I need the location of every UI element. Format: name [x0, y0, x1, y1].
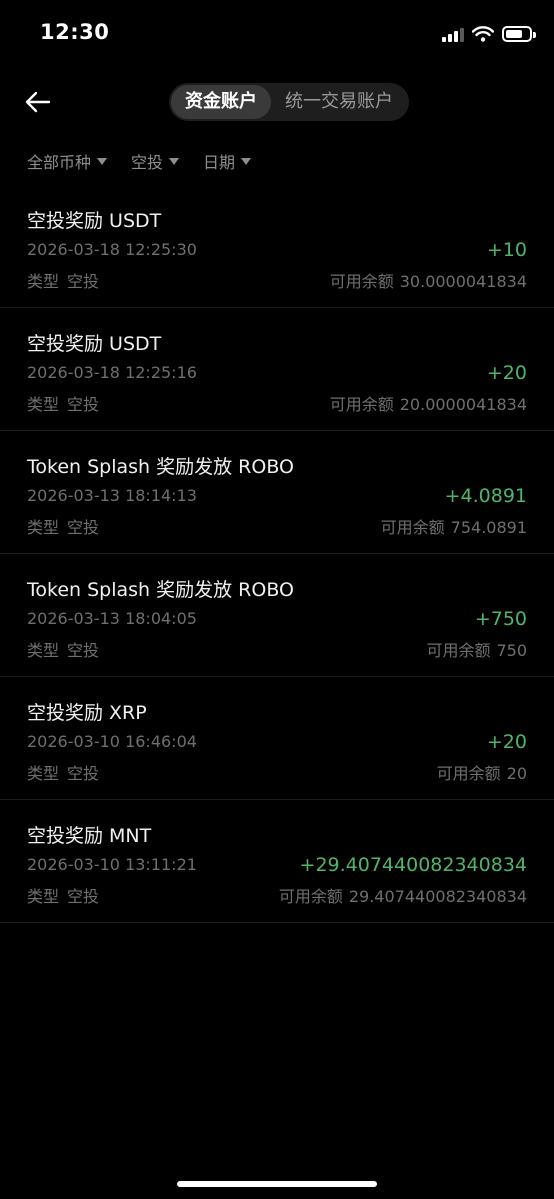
available-balance: 可用余额 20.0000041834: [330, 391, 527, 415]
transaction-time: 2026-03-18 12:25:30: [27, 240, 197, 259]
transaction-amount: +20: [486, 362, 527, 384]
balance-label: 可用余额: [426, 641, 491, 660]
tab-funding-account[interactable]: 资金账户: [171, 85, 271, 119]
type-label: 类型: [27, 641, 60, 660]
cellular-signal-icon: [442, 26, 464, 42]
transaction-type: 类型 空投: [27, 514, 99, 538]
type-label: 类型: [27, 518, 60, 537]
transaction-list: 空投奖励 USDT 2026-03-18 12:25:30 类型 空投 +10 可…: [0, 185, 554, 923]
type-label: 类型: [27, 272, 60, 291]
transaction-amount: +20: [486, 731, 527, 753]
transaction-time: 2026-03-13 18:14:13: [27, 486, 197, 505]
status-icons: [442, 22, 536, 46]
header: 资金账户 统一交易账户: [0, 78, 554, 126]
transaction-title: 空投奖励 MNT: [27, 825, 152, 847]
filter-date-label: 日期: [203, 153, 236, 172]
type-value: 空投: [67, 764, 100, 783]
type-value: 空投: [67, 518, 100, 537]
available-balance: 可用余额 29.407440082340834: [279, 883, 527, 907]
transaction-type: 类型 空投: [27, 637, 99, 661]
filter-bar: 全部币种 空投 日期: [27, 148, 252, 174]
status-bar: 12:30: [0, 0, 554, 66]
filter-type[interactable]: 空投: [131, 149, 180, 173]
balance-value: 29.407440082340834: [348, 887, 527, 906]
available-balance: 可用余额 20: [437, 760, 527, 784]
transaction-row[interactable]: Token Splash 奖励发放 ROBO 2026-03-13 18:14:…: [0, 431, 554, 554]
balance-label: 可用余额: [436, 764, 501, 783]
balance-label: 可用余额: [380, 518, 445, 537]
type-value: 空投: [67, 395, 100, 414]
screen: 12:30 资金账户 统一交易账户 全部币种 空投 日期 空投奖励 USDT 2…: [0, 0, 554, 1199]
available-balance: 可用余额 754.0891: [381, 514, 527, 538]
transaction-title: 空投奖励 USDT: [27, 333, 162, 355]
home-indicator[interactable]: [177, 1181, 377, 1187]
type-value: 空投: [67, 272, 100, 291]
balance-value: 20: [506, 764, 527, 783]
filter-currency-label: 全部币种: [27, 153, 92, 172]
balance-label: 可用余额: [329, 395, 394, 414]
balance-label: 可用余额: [278, 887, 343, 906]
filter-date[interactable]: 日期: [203, 149, 252, 173]
balance-label: 可用余额: [329, 272, 394, 291]
transaction-time: 2026-03-10 16:46:04: [27, 732, 197, 751]
filter-type-label: 空投: [131, 153, 164, 172]
caret-down-icon: [97, 157, 108, 165]
balance-value: 30.0000041834: [399, 272, 527, 291]
back-arrow-icon: [25, 91, 51, 113]
balance-value: 20.0000041834: [399, 395, 527, 414]
back-button[interactable]: [20, 84, 56, 120]
transaction-title: 空投奖励 USDT: [27, 210, 162, 232]
balance-value: 754.0891: [450, 518, 527, 537]
transaction-time: 2026-03-18 12:25:16: [27, 363, 197, 382]
account-switcher: 资金账户 统一交易账户: [169, 83, 409, 121]
transaction-amount: +4.0891: [444, 485, 527, 507]
transaction-title: Token Splash 奖励发放 ROBO: [27, 579, 294, 601]
filter-currency[interactable]: 全部币种: [27, 149, 108, 173]
transaction-type: 类型 空投: [27, 268, 99, 292]
type-value: 空投: [67, 641, 100, 660]
transaction-time: 2026-03-10 13:11:21: [27, 855, 197, 874]
transaction-title: 空投奖励 XRP: [27, 702, 147, 724]
transaction-amount: +10: [486, 239, 527, 261]
type-label: 类型: [27, 764, 60, 783]
transaction-amount: +750: [474, 608, 527, 630]
type-label: 类型: [27, 887, 60, 906]
caret-down-icon: [241, 157, 252, 165]
tab-unified-trading-account[interactable]: 统一交易账户: [271, 85, 407, 119]
transaction-row[interactable]: 空投奖励 USDT 2026-03-18 12:25:30 类型 空投 +10 可…: [0, 185, 554, 308]
transaction-amount: +29.407440082340834: [299, 854, 527, 876]
transaction-row[interactable]: 空投奖励 XRP 2026-03-10 16:46:04 类型 空投 +20 可用…: [0, 677, 554, 800]
transaction-time: 2026-03-13 18:04:05: [27, 609, 197, 628]
wifi-icon: [472, 26, 494, 42]
transaction-title: Token Splash 奖励发放 ROBO: [27, 456, 294, 478]
transaction-row[interactable]: 空投奖励 USDT 2026-03-18 12:25:16 类型 空投 +20 可…: [0, 308, 554, 431]
battery-icon: [502, 26, 536, 42]
balance-value: 750: [496, 641, 527, 660]
status-time: 12:30: [40, 20, 110, 44]
available-balance: 可用余额 750: [426, 637, 527, 661]
type-value: 空投: [67, 887, 100, 906]
transaction-row[interactable]: 空投奖励 MNT 2026-03-10 13:11:21 类型 空投 +29.40…: [0, 800, 554, 923]
transaction-type: 类型 空投: [27, 883, 99, 907]
available-balance: 可用余额 30.0000041834: [330, 268, 527, 292]
caret-down-icon: [169, 157, 180, 165]
transaction-type: 类型 空投: [27, 391, 99, 415]
transaction-type: 类型 空投: [27, 760, 99, 784]
transaction-row[interactable]: Token Splash 奖励发放 ROBO 2026-03-13 18:04:…: [0, 554, 554, 677]
type-label: 类型: [27, 395, 60, 414]
